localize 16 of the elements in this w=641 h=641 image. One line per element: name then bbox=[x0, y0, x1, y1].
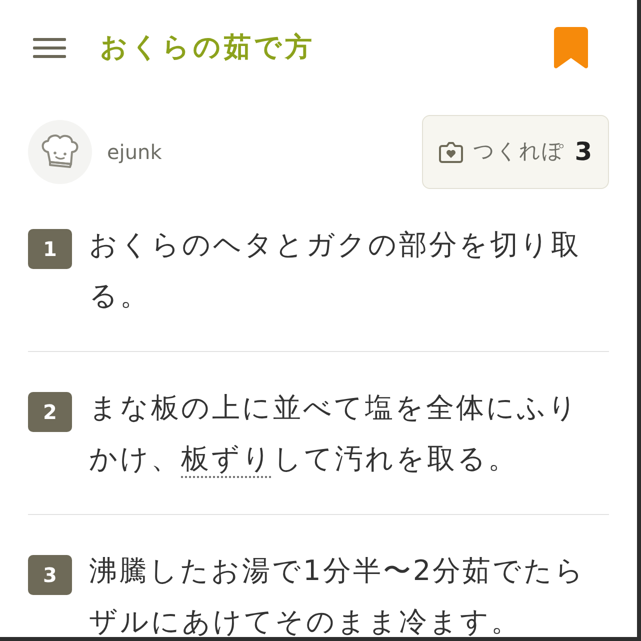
camera-heart-icon bbox=[438, 141, 463, 163]
step-text: 沸騰したお湯で1分半〜2分茹でたらザルにあけてそのまま冷ます。 bbox=[89, 553, 587, 637]
tsukurepo-label: つくれぽ bbox=[472, 138, 565, 166]
step-text: おくらのヘタとガクの部分を切り取る。 bbox=[89, 227, 582, 314]
tsukurepo-count: 3 bbox=[574, 136, 592, 168]
recipe-title: おくらの茹で方 bbox=[100, 30, 315, 65]
tsukurepo-button[interactable]: つくれぽ 3 bbox=[422, 115, 609, 189]
step-number: 3 bbox=[28, 555, 72, 595]
step-number: 1 bbox=[28, 229, 72, 269]
author-name[interactable]: ejunk bbox=[107, 137, 162, 167]
step-text: まな板の上に並べて塩を全体にふりかけ、板ずり して汚れを取る。 bbox=[89, 390, 580, 477]
bookmark-icon[interactable] bbox=[554, 27, 588, 69]
step-number: 2 bbox=[28, 392, 72, 432]
avatar-icon[interactable] bbox=[28, 120, 92, 184]
menu-icon[interactable] bbox=[33, 38, 66, 58]
glossary-term-link[interactable]: 板ずり bbox=[181, 442, 273, 475]
